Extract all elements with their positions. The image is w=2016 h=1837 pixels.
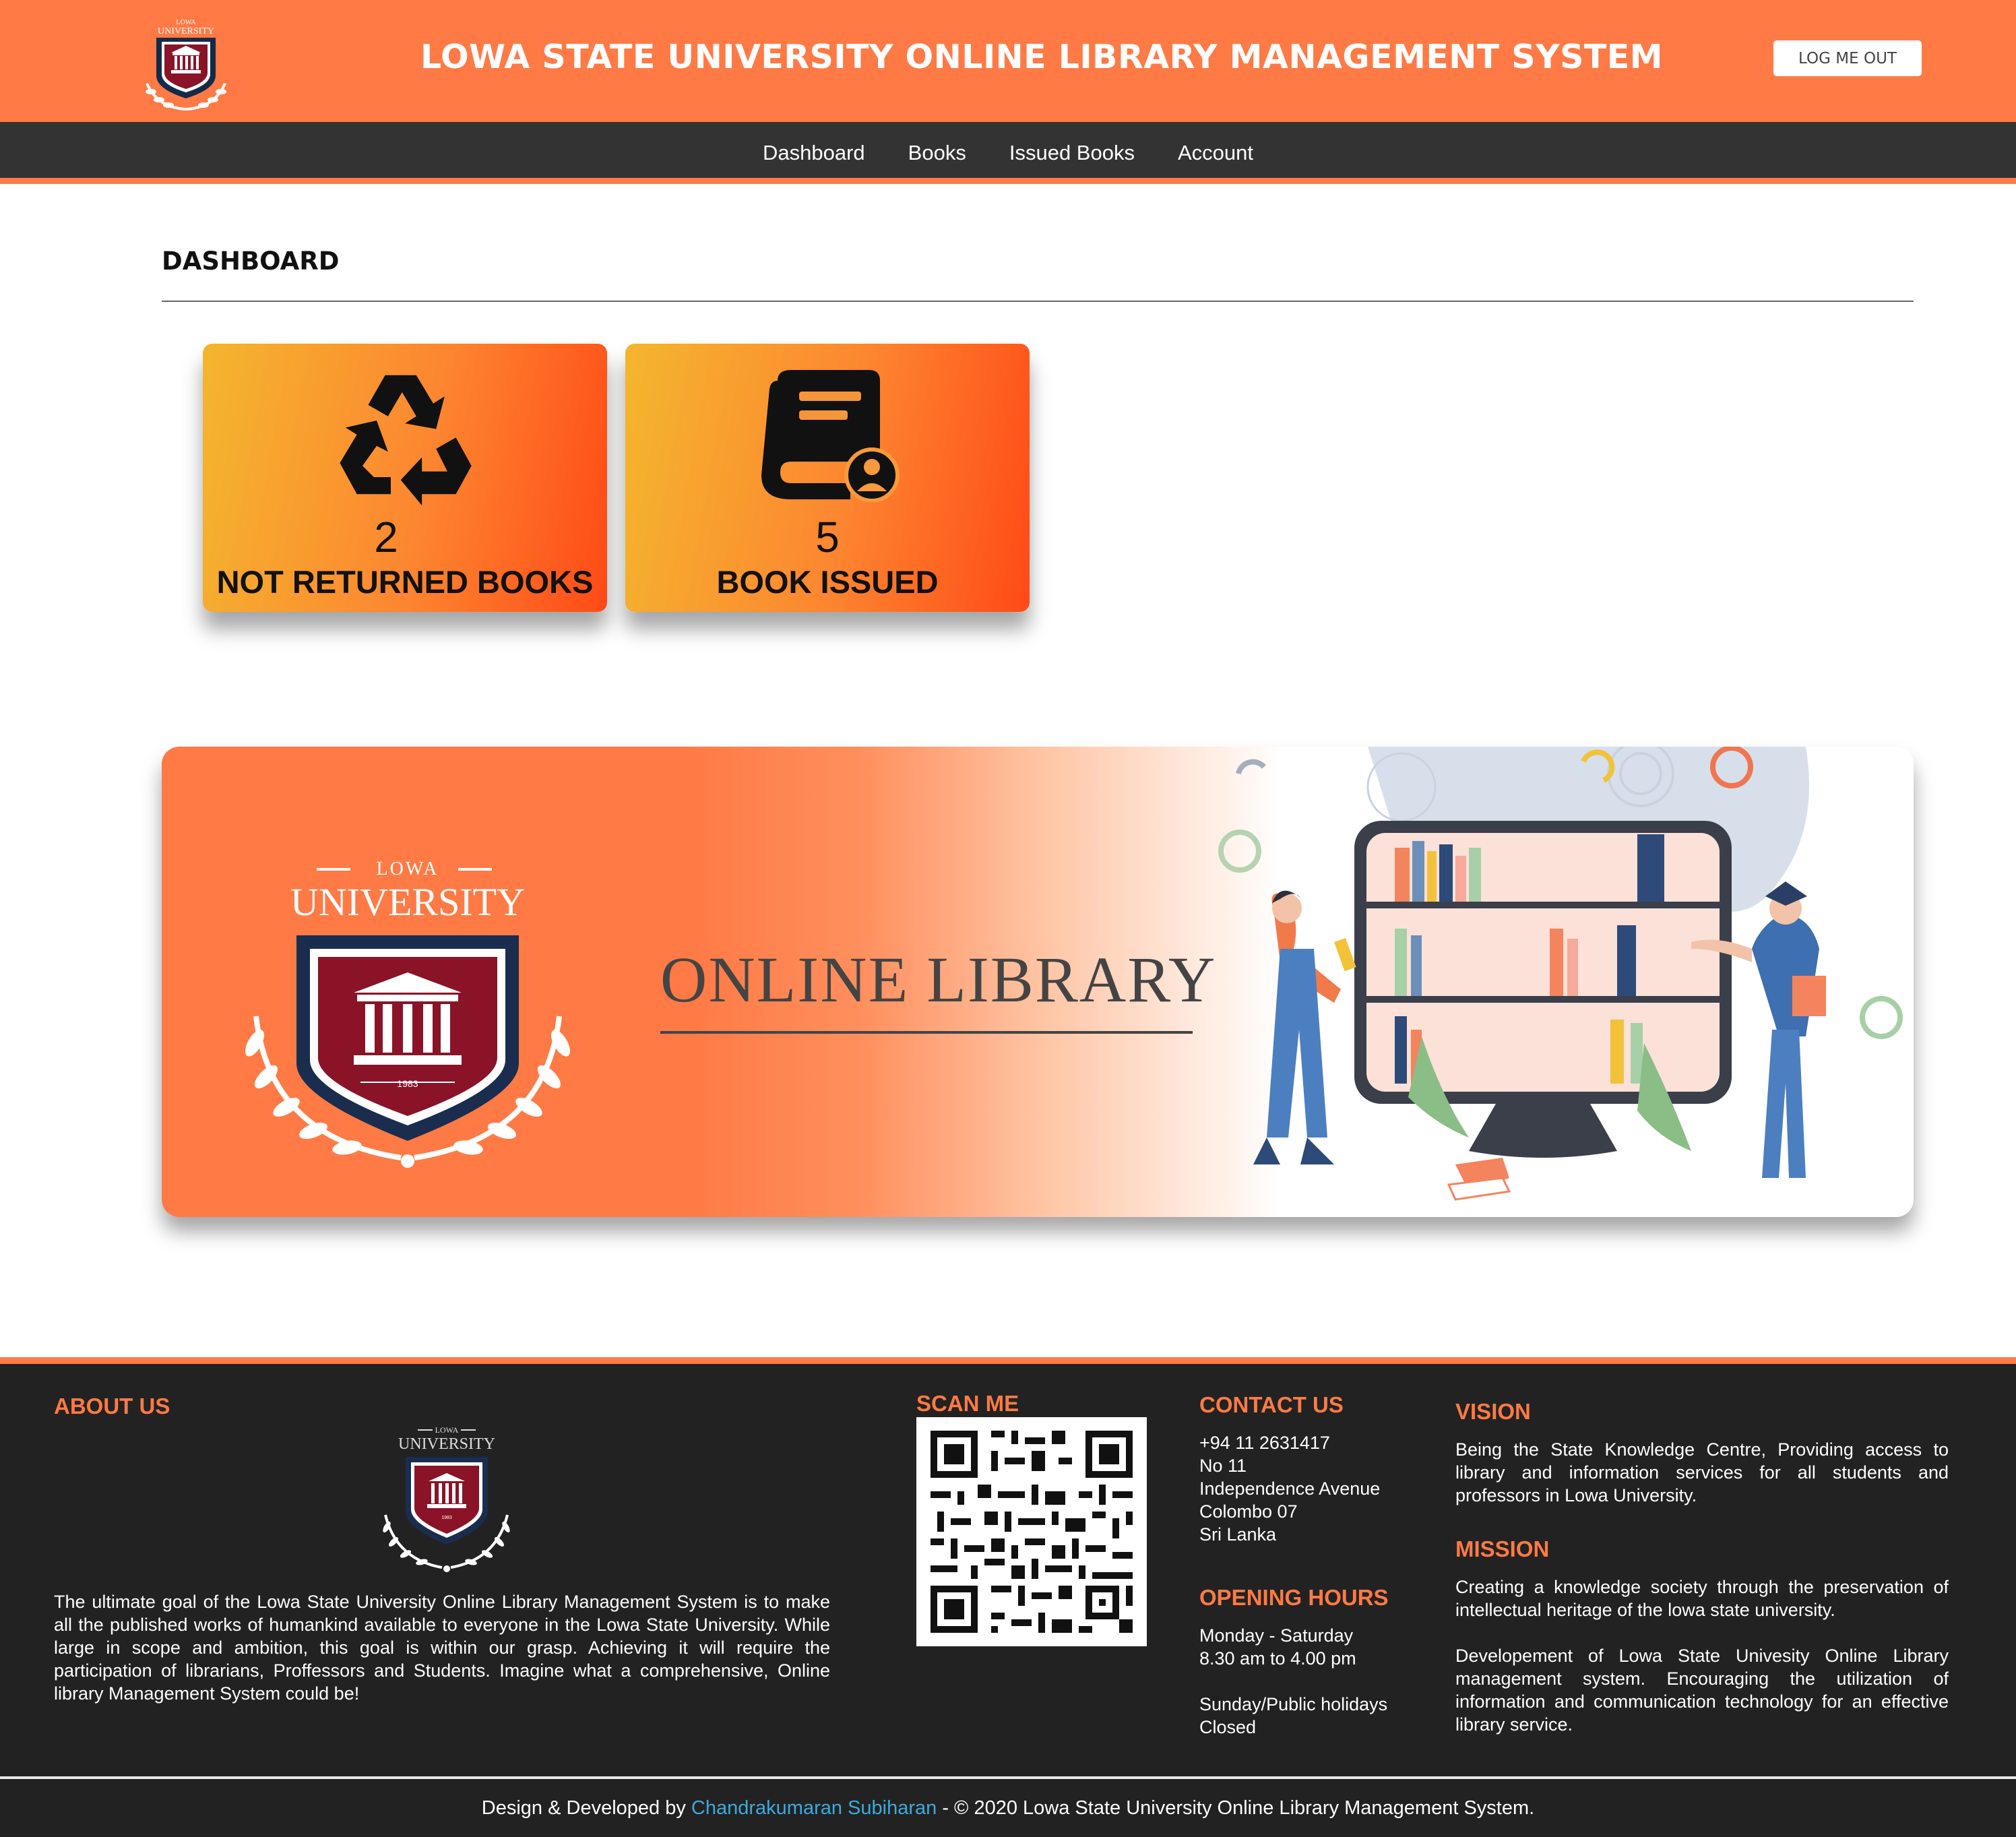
nav-account[interactable]: Account — [1178, 141, 1253, 165]
svg-text:LOWA: LOWA — [377, 859, 439, 879]
svg-text:UNIVERSITY: UNIVERSITY — [398, 1435, 495, 1453]
credits-suffix: - © 2020 Lowa State University Online Li… — [942, 1797, 1535, 1819]
logout-button[interactable]: LOG ME OUT — [1773, 40, 1922, 76]
footer-university-logo: LOWA UNIVERSITY 1983 — [383, 1425, 510, 1572]
site-title: LOWA STATE UNIVERSITY ONLINE LIBRARY MAN… — [420, 38, 1664, 76]
page-title: DASHBOARD — [162, 247, 340, 276]
book-issued-count: 5 — [815, 513, 840, 561]
qr-code[interactable] — [916, 1417, 1147, 1646]
site-header: LOWA UNIVERSITY LOWA STATE UNIVERSITY ON… — [0, 0, 2016, 122]
mission-text-2: Developement of Lowa State Univesity Onl… — [1455, 1646, 1949, 1735]
opening-days: Monday - Saturday — [1199, 1625, 1354, 1646]
svg-text:1983: 1983 — [397, 1078, 418, 1089]
developer-link[interactable]: Chandrakumaran Subiharan — [691, 1797, 937, 1819]
banner-title-underline — [660, 1031, 1193, 1034]
opening-hours-heading: OPENING HOURS — [1199, 1585, 1389, 1610]
title-divider — [162, 301, 1914, 302]
holiday-status: Closed — [1199, 1717, 1257, 1737]
book-issued-label: BOOK ISSUED — [716, 564, 939, 600]
online-library-banner: LOWA UNIVERSITY 1983 ONLINE LIBRARY — [162, 747, 1914, 1217]
contact-details: +94 11 2631417 No 11 Independence Avenue… — [1199, 1431, 1380, 1546]
book-user-icon — [761, 370, 900, 502]
university-crest-logo: LOWA UNIVERSITY 1983 — [245, 859, 570, 1168]
nav-dashboard[interactable]: Dashboard — [763, 141, 865, 165]
opening-time: 8.30 am to 4.00 pm — [1199, 1648, 1356, 1669]
svg-text:UNIVERSITY: UNIVERSITY — [290, 880, 525, 924]
book-issued-card[interactable]: 5 BOOK ISSUED — [625, 344, 1030, 612]
opening-hours-details: Monday - Saturday 8.30 am to 4.00 pm Sun… — [1199, 1624, 1387, 1739]
vision-heading: VISION — [1455, 1399, 1531, 1424]
svg-text:LOWA: LOWA — [435, 1425, 459, 1435]
mission-text-1: Creating a knowledge society through the… — [1455, 1577, 1949, 1620]
svg-text:LOWA: LOWA — [177, 19, 197, 26]
scan-me-heading: SCAN ME — [916, 1391, 1019, 1416]
banner-title: ONLINE LIBRARY — [660, 943, 1217, 1016]
not-returned-books-card[interactable]: 2 NOT RETURNED BOOKS — [203, 344, 607, 612]
mission-heading: MISSION — [1455, 1536, 1550, 1561]
contact-address-line: Independence Avenue — [1199, 1478, 1381, 1499]
credits-prefix: Design & Developed by — [481, 1797, 686, 1819]
main-navbar: Dashboard Books Issued Books Account — [0, 122, 2016, 184]
about-us-text: The ultimate goal of the Lowa State Univ… — [54, 1592, 830, 1704]
vision-text: Being the State Knowledge Centre, Provid… — [1455, 1439, 1949, 1505]
contact-address-line: Sri Lanka — [1199, 1524, 1277, 1545]
contact-address-line: Colombo 07 — [1199, 1501, 1298, 1522]
about-us-heading: ABOUT US — [54, 1394, 170, 1419]
not-returned-label: NOT RETURNED BOOKS — [216, 564, 594, 600]
contact-address-line: No 11 — [1199, 1456, 1247, 1476]
copyright-bar: Design & Developed by Chandrakumaran Sub… — [0, 1776, 2016, 1837]
nav-books[interactable]: Books — [908, 141, 966, 165]
recycle-icon — [340, 375, 472, 505]
contact-phone[interactable]: +94 11 2631417 — [1199, 1431, 1380, 1454]
svg-text:UNIVERSITY: UNIVERSITY — [158, 26, 214, 36]
svg-text:1983: 1983 — [441, 1516, 452, 1520]
holiday-days: Sunday/Public holidays — [1199, 1694, 1388, 1714]
nav-issued-books[interactable]: Issued Books — [1009, 141, 1135, 165]
contact-us-heading: CONTACT US — [1199, 1392, 1344, 1417]
library-illustration — [1218, 747, 1903, 1201]
not-returned-count: 2 — [374, 513, 398, 561]
